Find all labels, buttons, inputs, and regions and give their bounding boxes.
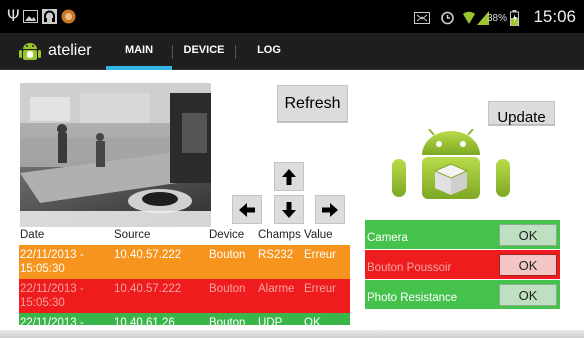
table-row[interactable]: 22/11/2013 - 15:05:30 10.40.57.222 Bouto… <box>19 245 350 279</box>
arrow-right-button[interactable] <box>315 195 345 224</box>
tab-main-label: MAIN <box>124 44 154 56</box>
cell-champs: Alarme <box>258 283 295 295</box>
cell-value: Erreur <box>304 283 336 295</box>
photo-resistance-ok-button[interactable]: OK <box>499 284 557 306</box>
usb-icon: Ψ <box>7 6 20 25</box>
arrow-left-icon <box>239 203 255 217</box>
status-row-photo-resistance: Photo Resistance OK <box>365 280 560 309</box>
cell-champs: UDP <box>258 317 283 325</box>
headset-icon <box>42 9 57 24</box>
action-bar: atelier MAIN DEVICE LOG <box>0 33 584 70</box>
log-table: Date Source Device Champs Value 22/11/20… <box>19 228 350 325</box>
arrow-down-button[interactable] <box>274 195 304 224</box>
cell-date: 22/11/2013 - <box>20 317 84 325</box>
column-header: Source <box>114 229 151 241</box>
tab-log-label: LOG <box>257 44 281 56</box>
update-button[interactable]: Update <box>488 101 555 126</box>
column-header: Device <box>209 229 245 241</box>
cell-source: 10.40.57.222 <box>114 249 182 261</box>
image-icon <box>23 10 38 23</box>
clock: 15:06 <box>533 7 576 26</box>
status-row-bouton-poussoir: Bouton Poussoir OK <box>365 250 560 279</box>
column-header: Date <box>20 229 45 241</box>
wifi-icon <box>463 11 475 24</box>
cell-value: OK <box>304 317 321 325</box>
main-content: Refresh Update Date Source Device Champs… <box>0 71 584 338</box>
android-logo <box>392 129 510 199</box>
table-row[interactable]: 22/11/2013 - 10.40.61.26 Bouton UDP OK <box>19 313 350 325</box>
arrow-up-icon <box>282 169 296 185</box>
cell-champs: RS232 <box>258 249 294 261</box>
battery-icon <box>510 10 519 26</box>
app-icon <box>61 9 76 24</box>
cell-date: 22/11/2013 - <box>20 249 84 261</box>
tab-main[interactable]: MAIN <box>106 33 172 70</box>
tab-device-label: DEVICE <box>183 44 225 56</box>
column-header: Value <box>304 229 333 241</box>
camera-ok-button[interactable]: OK <box>499 224 557 246</box>
cell-device: Bouton <box>209 317 246 325</box>
refresh-button[interactable]: Refresh <box>277 85 348 123</box>
status-label: Camera <box>367 232 408 244</box>
column-header: Champs <box>258 229 301 241</box>
tab-device[interactable]: DEVICE <box>173 33 235 70</box>
table-header: Date Source Device Champs Value <box>19 228 350 245</box>
battery-percent: 38% <box>487 13 508 24</box>
cell-date: 15:05:30 <box>20 263 65 275</box>
status-bar: Ψ 38% 15:06 <box>0 0 584 33</box>
arrow-down-icon <box>282 202 296 218</box>
cell-date: 15:05:30 <box>20 297 65 309</box>
status-label: Bouton Poussoir <box>367 262 452 274</box>
tab-log[interactable]: LOG <box>236 33 302 70</box>
camera-feed <box>20 83 211 227</box>
cell-device: Bouton <box>209 249 246 261</box>
app-title: atelier <box>48 42 92 59</box>
cell-value: Erreur <box>304 249 336 261</box>
tab-selected-indicator <box>106 66 172 70</box>
status-panel: Camera OK Bouton Poussoir OK Photo Resis… <box>365 218 560 309</box>
bouton-poussoir-ok-button[interactable]: OK <box>499 254 557 276</box>
cell-device: Bouton <box>209 283 246 295</box>
status-label: Photo Resistance <box>367 292 458 304</box>
arrow-right-icon <box>322 203 338 217</box>
bottom-edge <box>0 330 584 338</box>
cell-source: 10.40.57.222 <box>114 283 182 295</box>
arrow-left-button[interactable] <box>232 195 262 224</box>
arrow-up-button[interactable] <box>274 162 304 191</box>
cell-source: 10.40.61.26 <box>114 317 175 325</box>
status-row-camera: Camera OK <box>365 220 560 249</box>
cell-date: 22/11/2013 - <box>20 283 84 295</box>
table-row[interactable]: 22/11/2013 - 15:05:30 10.40.57.222 Bouto… <box>19 279 350 313</box>
bluetooth-icon <box>414 12 430 24</box>
android-icon <box>19 43 41 60</box>
alarm-icon <box>441 11 454 25</box>
